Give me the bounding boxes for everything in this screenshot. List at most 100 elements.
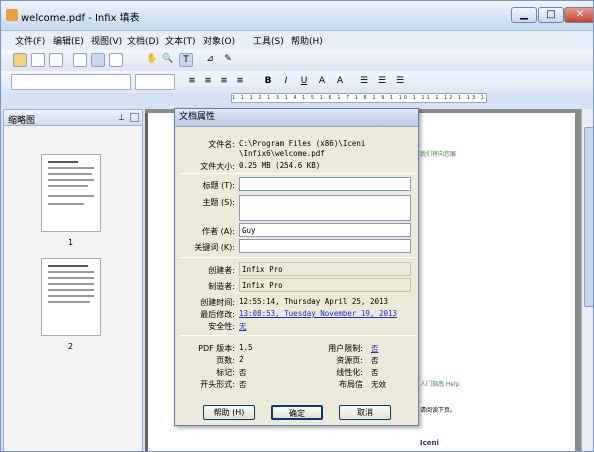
text-tool-icon[interactable]: T [179,53,193,67]
modified-label: 最后修改: [200,310,235,319]
format-toolbar: ≡ ≡ ≡ ≡ B I U A A ☰ ☰ ☰ [1,71,593,93]
font-size-combo[interactable] [135,74,175,90]
align-right-icon[interactable]: ≡ [217,75,231,89]
menu-bar: 文件(F) 编辑(E) 视图(V) 文档(D) 文本(T) 对象(O) 工具(S… [1,31,593,49]
linearized-label: 线性化: [336,368,363,377]
keywords-field-label: 关键词 (K): [194,243,235,252]
help-button[interactable]: 帮助 (H) [203,405,255,420]
tagged-label: 标记: [216,368,235,377]
user-restrictions-label: 用户限制: [328,344,363,353]
italic-button[interactable]: I [279,75,293,89]
bold-button[interactable]: B [261,75,275,89]
thumbnail-panel-title: 缩略图 [8,116,36,126]
file-name-value-line2: \Infix6\welcome.pdf [239,149,325,158]
menu-view[interactable]: 视图(V) [91,34,122,47]
subject-field-label: 主题 (S): [202,198,235,207]
producer-value: Infix Pro [239,278,411,292]
horizontal-ruler: 1 1 1 2 1 3 1 4 1 5 1 6 1 7 1 8 1 9 1 10… [231,93,487,103]
menu-object[interactable]: 对象(O) [203,34,235,47]
pages-value: 2 [239,355,244,364]
zoom-tool-icon[interactable]: 🔍 [161,53,175,67]
object-tool-icon[interactable]: ⊿ [203,53,217,67]
align-left-icon[interactable]: ≡ [185,75,199,89]
dialog-title: 文档属性 [175,109,418,127]
underline-button[interactable]: U [297,75,311,89]
hand-tool-icon[interactable]: ✋ [145,53,159,67]
page-thumbnail-label: 2 [68,342,74,351]
list-icon[interactable]: ☰ [357,75,371,89]
open-icon[interactable] [13,53,27,67]
close-button[interactable]: ✕ [564,7,593,23]
title-input[interactable] [239,177,411,191]
modified-value[interactable]: 13:08:53, Tuesday November 19, 2013 [239,309,397,318]
subscript-button[interactable]: A [333,75,347,89]
resource-pages-label: 资源页: [336,356,363,365]
menu-tools[interactable]: 工具(S) [253,34,284,47]
pin-icon[interactable]: ⊥ [118,113,127,122]
thumbnail-panel: 缩略图 ⊥ 1 2 [3,109,143,451]
security-label: 安全性: [208,322,235,331]
numbered-list-icon[interactable]: ☰ [375,75,389,89]
panel-close-icon[interactable] [130,113,139,122]
subject-input[interactable] [239,195,411,221]
print-icon[interactable] [49,53,63,67]
window-title: welcome.pdf - Infix 填表 [21,13,140,24]
page-thumbnail-label: 1 [68,238,74,247]
menu-document[interactable]: 文档(D) [127,34,159,47]
page-footer-logo: Iceni [420,439,439,447]
menu-help[interactable]: 帮助(H) [291,34,323,47]
title-field-label: 标题 (T): [202,181,235,190]
vertical-scrollbar[interactable] [581,109,593,451]
font-name-combo[interactable] [11,74,131,90]
tagged-value: 否 [239,368,247,377]
created-value: 12:55:14, Thursday April 25, 2013 [239,297,389,306]
app-window: welcome.pdf - Infix 填表 ▁ □ ✕ 文件(F) 编辑(E)… [0,0,594,452]
layout-info-value: 无效 [371,380,386,389]
author-input[interactable]: Guy [239,223,411,237]
layout-info-label: 布局信 [339,380,363,389]
pdf-version-label: PDF 版本: [198,344,235,353]
pen-tool-icon[interactable]: ✎ [221,53,235,67]
single-page-icon[interactable] [73,53,87,67]
producer-label: 制造者: [208,282,235,291]
justify-icon[interactable]: ≡ [233,75,247,89]
creator-value: Infix Pro [239,262,411,276]
minimize-button[interactable]: ▁ [511,7,537,23]
creator-label: 创建者: [208,266,235,275]
scrollbar-thumb[interactable] [584,127,593,307]
main-toolbar: ✋ 🔍 T ⊿ ✎ [1,49,593,71]
linearized-value: 否 [371,368,379,377]
menu-file[interactable]: 文件(F) [15,34,45,47]
page-text-line: 我们将向您展 [420,151,457,158]
page-thumbnail-1[interactable] [41,154,101,232]
page-text-strip: 我们将向您展 人门指南 Help 请阅读下页。 Iceni [420,113,580,451]
start-form-value: 否 [239,380,247,389]
start-form-label: 开头形式: [200,380,235,389]
save-icon[interactable] [31,53,45,67]
file-name-label: 文件名: [208,140,235,149]
menu-text[interactable]: 文本(T) [165,34,196,47]
align-center-icon[interactable]: ≡ [201,75,215,89]
page-text-line: 人门指南 Help [420,381,460,388]
keywords-input[interactable] [239,239,411,253]
continuous-page-icon[interactable] [91,53,105,67]
menu-edit[interactable]: 编辑(E) [53,34,84,47]
document-properties-dialog: 文档属性 文件名: C:\Program Files (x86)\Iceni \… [174,108,419,426]
maximize-button[interactable]: □ [538,7,564,23]
security-value[interactable]: 无 [239,321,247,332]
indent-icon[interactable]: ☰ [393,75,407,89]
title-bar: welcome.pdf - Infix 填表 ▁ □ ✕ [1,1,593,31]
created-label: 创建时间: [200,298,235,307]
app-icon [6,9,18,21]
ok-button[interactable]: 确定 [271,405,323,420]
facing-pages-icon[interactable] [109,53,123,67]
resource-pages-value: 否 [371,356,379,365]
user-restrictions-value[interactable]: 否 [371,343,379,354]
page-thumbnail-2[interactable] [41,258,101,336]
superscript-button[interactable]: A [315,75,329,89]
author-field-label: 作者 (A): [202,227,235,236]
file-name-value-line1: C:\Program Files (x86)\Iceni [239,139,366,148]
pages-label: 页数: [216,356,235,365]
cancel-button[interactable]: 取消 [339,405,391,420]
pdf-version-value: 1.5 [239,343,253,352]
